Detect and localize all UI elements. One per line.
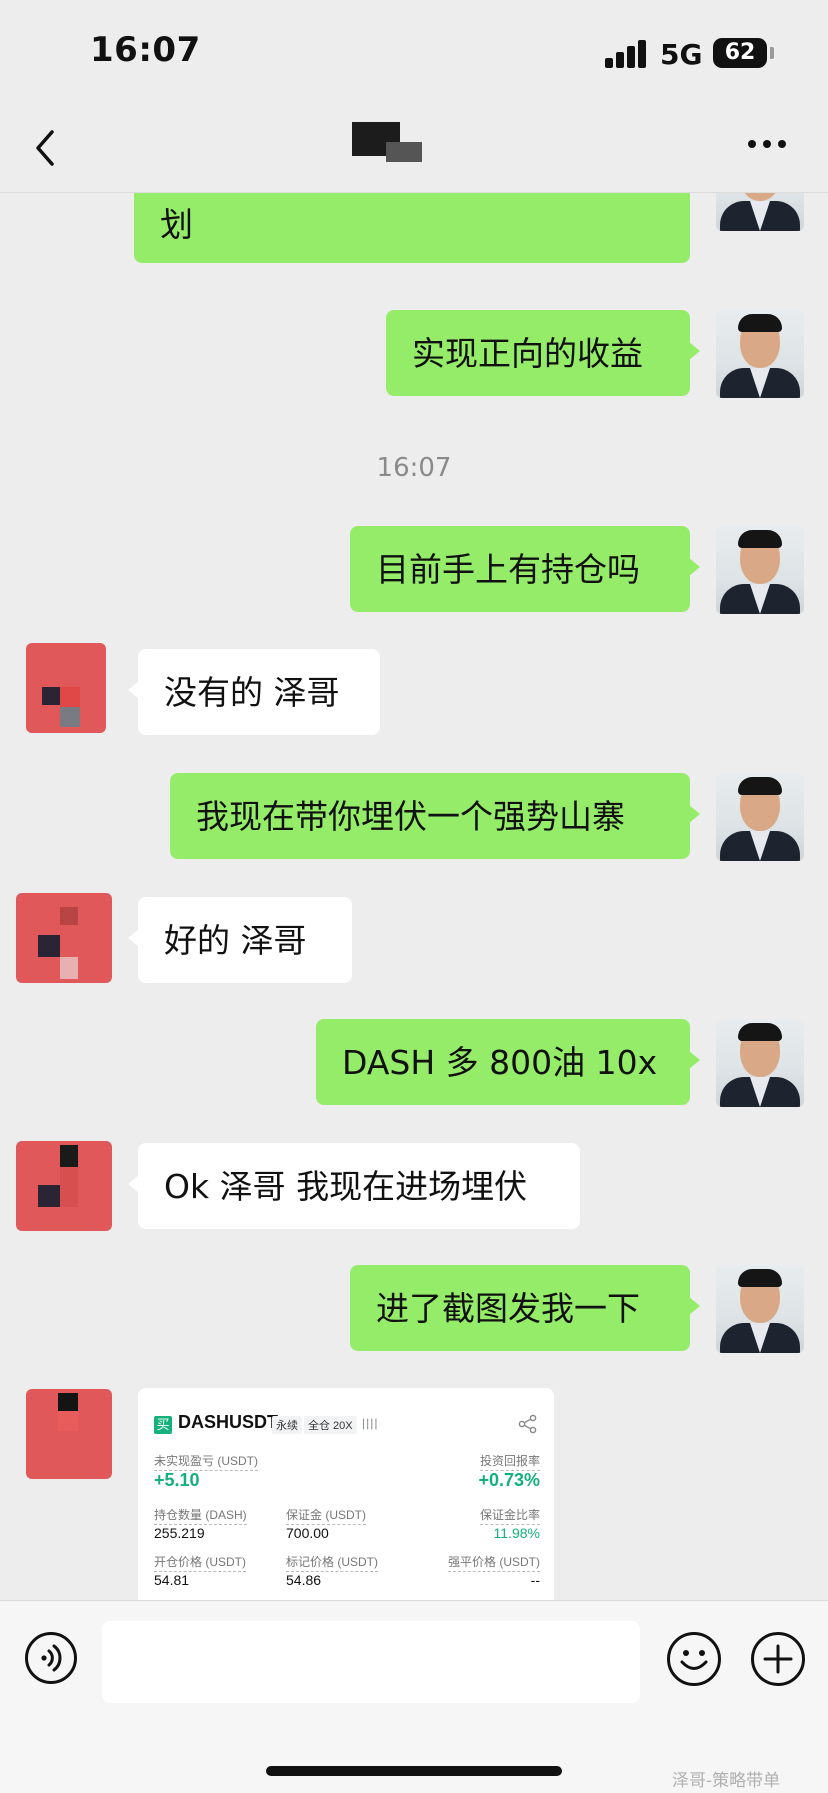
message-text: Ok 泽哥 我现在进场埋伏 xyxy=(164,1167,528,1206)
buy-tag: 买 xyxy=(154,1416,172,1434)
message-text: 目前手上有持仓吗 xyxy=(376,550,640,589)
message-text: 没有的 泽哥 xyxy=(164,673,340,712)
position-size-label: 持仓数量 (DASH) xyxy=(154,1506,247,1525)
chat-timestamp: 16:07 xyxy=(376,453,452,483)
message-input[interactable] xyxy=(102,1621,640,1703)
home-indicator xyxy=(266,1766,562,1776)
margin-value: 700.00 xyxy=(286,1525,329,1541)
unrealized-pnl-value: +5.10 xyxy=(154,1470,200,1490)
input-bar: 泽哥-策略带单 xyxy=(0,1600,828,1793)
message-bubble-outgoing[interactable]: 划 xyxy=(134,193,690,263)
message-bubble-outgoing[interactable]: 目前手上有持仓吗 xyxy=(350,526,700,612)
message-text: DASH 多 800油 10x xyxy=(342,1043,658,1082)
message-bubble-incoming[interactable]: 好的 泽哥 xyxy=(128,897,352,983)
mark-price-value: 54.86 xyxy=(286,1572,322,1588)
contact-avatar[interactable] xyxy=(16,1141,112,1231)
message-text: 划 xyxy=(160,205,193,244)
status-time: 16:07 xyxy=(90,30,201,70)
battery-icon: 62 xyxy=(713,38,767,68)
liq-price-label: 强平价格 (USDT) xyxy=(448,1553,540,1572)
self-avatar[interactable] xyxy=(716,193,804,231)
voice-icon[interactable] xyxy=(24,1631,78,1685)
margin-ratio-value: 11.98% xyxy=(493,1525,540,1541)
battery-cap xyxy=(770,47,774,59)
contract-type-chip: 永续 xyxy=(272,1416,302,1434)
signal-icon xyxy=(605,40,649,68)
emoji-icon[interactable] xyxy=(666,1631,722,1687)
self-avatar[interactable] xyxy=(716,1265,804,1353)
roi-label: 投资回报率 xyxy=(479,1452,540,1471)
contact-avatar[interactable] xyxy=(26,1389,112,1479)
self-avatar[interactable] xyxy=(716,773,804,861)
message-bubble-outgoing[interactable]: DASH 多 800油 10x xyxy=(316,1019,700,1105)
chat-title-redacted xyxy=(352,122,422,168)
status-bar: 16:07 5G 62 xyxy=(0,0,828,100)
margin-label: 保证金 (USDT) xyxy=(286,1506,366,1525)
message-text: 进了截图发我一下 xyxy=(376,1289,640,1328)
trade-symbol: DASHUSDT xyxy=(178,1412,279,1432)
message-text: 我现在带你埋伏一个强势山寨 xyxy=(196,797,625,836)
more-icon[interactable] xyxy=(748,140,788,152)
self-avatar[interactable] xyxy=(716,526,804,614)
plus-icon[interactable] xyxy=(750,1631,806,1687)
contact-avatar[interactable] xyxy=(26,643,106,733)
entry-price-label: 开仓价格 (USDT) xyxy=(154,1553,246,1572)
share-icon[interactable] xyxy=(518,1414,538,1434)
message-bubble-incoming[interactable]: 没有的 泽哥 xyxy=(128,649,380,735)
chevron-left-icon[interactable] xyxy=(30,128,64,168)
liq-price-value: -- xyxy=(530,1572,540,1588)
entry-price-value: 54.81 xyxy=(154,1572,190,1588)
network-label: 5G xyxy=(660,38,703,71)
message-bubble-outgoing[interactable]: 实现正向的收益 xyxy=(386,310,700,396)
nav-bar xyxy=(0,100,828,193)
position-size-value: 255.219 xyxy=(154,1525,205,1541)
margin-mode-chip: 全仓 20X xyxy=(304,1416,357,1434)
self-avatar[interactable] xyxy=(716,1019,804,1107)
margin-ratio-label: 保证金比率 xyxy=(479,1506,540,1525)
message-bubble-outgoing[interactable]: 我现在带你埋伏一个强势山寨 xyxy=(170,773,700,859)
chat-area[interactable]: 划 实现正向的收益 16:07 目前手上有持仓吗 没有的 泽哥 我现在带你埋伏一… xyxy=(0,193,828,1600)
message-text: 实现正向的收益 xyxy=(412,334,643,373)
self-avatar[interactable] xyxy=(716,310,804,398)
watermark: 泽哥-策略带单 xyxy=(672,1771,781,1791)
roi-value: +0.73% xyxy=(478,1470,540,1490)
bars-icon: |||| xyxy=(362,1416,379,1430)
message-bubble-outgoing[interactable]: 进了截图发我一下 xyxy=(350,1265,700,1351)
unrealized-pnl-label: 未实现盈亏 (USDT) xyxy=(154,1452,258,1471)
trade-screenshot-card[interactable]: 买 DASHUSDT 永续 全仓 20X |||| 未实现盈亏 (USDT) +… xyxy=(138,1388,554,1600)
mark-price-label: 标记价格 (USDT) xyxy=(286,1553,378,1572)
contact-avatar[interactable] xyxy=(16,893,112,983)
message-text: 好的 泽哥 xyxy=(164,921,307,960)
message-bubble-incoming[interactable]: Ok 泽哥 我现在进场埋伏 xyxy=(128,1143,580,1229)
